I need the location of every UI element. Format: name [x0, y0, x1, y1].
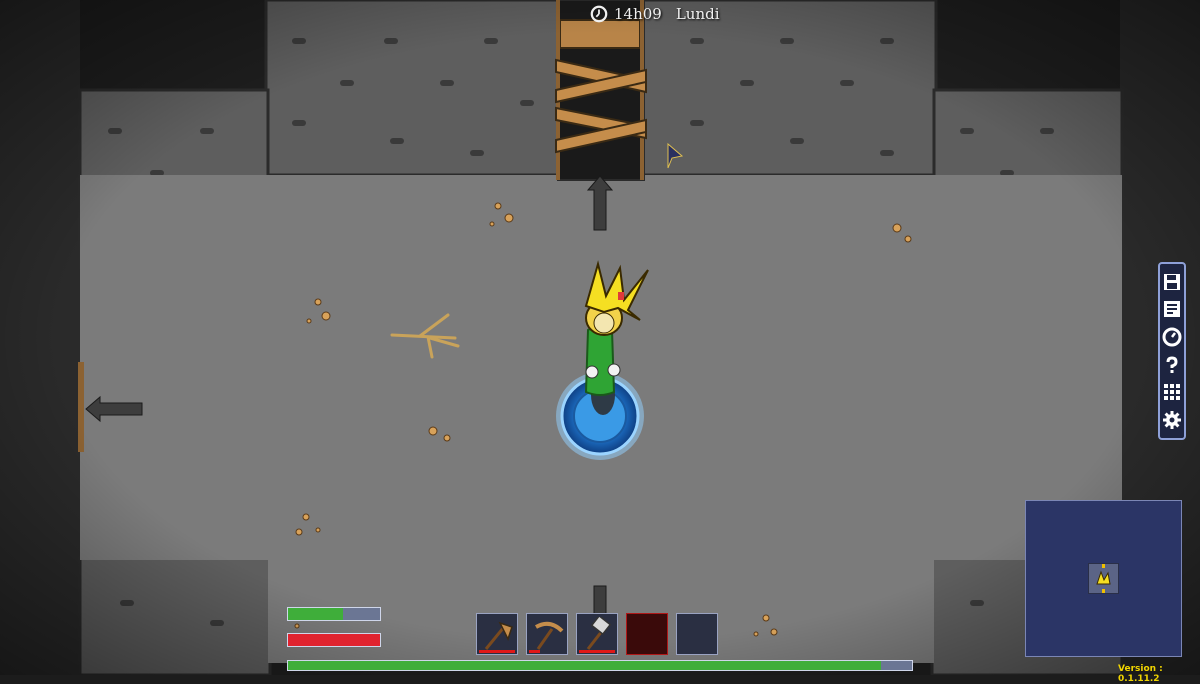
exit-arrow-down[interactable] — [593, 585, 607, 617]
health-bar — [287, 633, 381, 647]
time-display: 14h09 Lundi — [590, 3, 720, 25]
axe-durability — [479, 650, 516, 653]
hammer-icon — [586, 617, 612, 650]
hotbar-slot-1[interactable] — [476, 613, 518, 655]
hotbar-slot-4-selected[interactable] — [626, 613, 668, 655]
clock-icon — [1162, 327, 1182, 347]
minimap[interactable] — [1025, 500, 1182, 657]
hotbar-slot-5[interactable] — [676, 613, 718, 655]
stamina-bar-fill — [288, 608, 344, 620]
axe-icon — [484, 621, 513, 650]
stamina-bar — [287, 607, 381, 621]
save-button[interactable] — [1161, 271, 1183, 293]
save-icon — [1164, 273, 1180, 290]
game-world[interactable] — [0, 0, 1200, 675]
settings-button[interactable] — [1161, 409, 1183, 431]
clock-day: Lundi — [675, 5, 720, 23]
experience-bar — [287, 660, 913, 671]
hotbar-slot-3[interactable] — [576, 613, 618, 655]
help-button[interactable] — [1161, 354, 1183, 376]
settings-gear-icon — [1163, 411, 1181, 430]
pickaxe-durability — [529, 650, 541, 653]
inventory-button[interactable] — [1161, 381, 1183, 403]
experience-bar-fill — [288, 661, 881, 670]
journal-icon — [1164, 301, 1180, 318]
inventory-grid-icon — [1164, 384, 1180, 401]
hammer-durability — [579, 650, 616, 653]
health-bar-fill — [288, 634, 380, 646]
clock-time: 14h09 — [614, 5, 662, 23]
boarded-door[interactable] — [555, 0, 647, 181]
pickaxe-icon — [535, 621, 564, 650]
version-label: Version : 0.1.11.2 — [1118, 664, 1163, 684]
time-button[interactable] — [1161, 326, 1183, 348]
player-marker-icon — [1096, 564, 1111, 593]
clock-icon — [590, 5, 608, 23]
minimap-current-room — [1088, 563, 1119, 594]
journal-button[interactable] — [1161, 298, 1183, 320]
hotbar-slot-2[interactable] — [526, 613, 568, 655]
side-menu — [1158, 262, 1186, 440]
help-icon — [1166, 356, 1178, 373]
